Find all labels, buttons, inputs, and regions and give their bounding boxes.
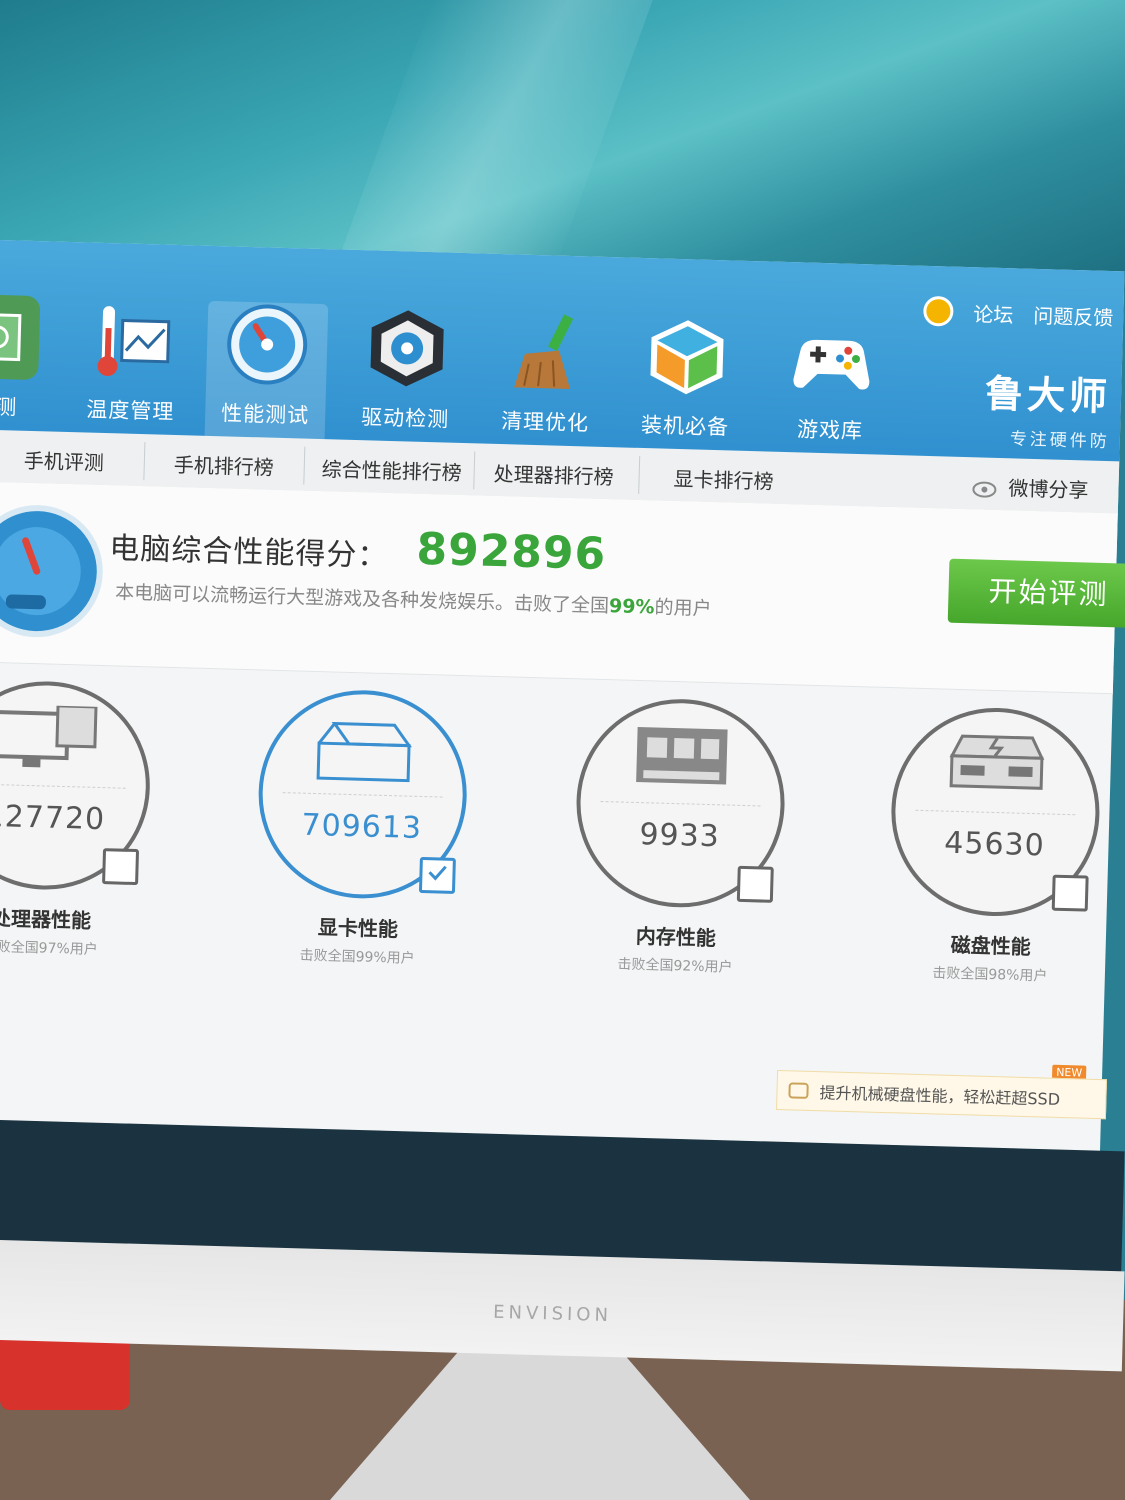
disk-checkbox[interactable] (1051, 874, 1089, 912)
tool-driver-check[interactable]: 驱动检测 (344, 305, 468, 448)
start-test-button[interactable]: 开始评测 (947, 558, 1125, 629)
score-panel: 电脑综合性能得分： 892896 本电脑可以流畅运行大型游戏及各种发烧娱乐。击败… (0, 481, 1125, 695)
brand: 鲁大师 专注硬件防 (984, 363, 1112, 452)
memory-title: 内存性能 (635, 924, 717, 951)
app-window: 检测 温度管理 性能测试 驱动检测 清理优化 装机必备 游戏库 论坛 问题反馈 … (0, 240, 1125, 1152)
tab-phone-ranking[interactable]: 手机排行榜 (173, 449, 274, 481)
cpu-subtitle: 击败全国97%用户 (0, 938, 98, 959)
cpu-card[interactable]: 127720 处理器性能 击败全国97%用户 (0, 668, 163, 1004)
share-label: 微博分享 (1008, 476, 1089, 503)
thermometer-chart-icon (89, 298, 175, 384)
tool-game-library[interactable]: 游戏库 (769, 317, 893, 460)
box-3d-icon (316, 721, 412, 783)
brand-name: 鲁大师 (984, 371, 1112, 420)
score-description: 本电脑可以流畅运行大型游戏及各种发烧娱乐。击败了全国99%的用户 (114, 581, 712, 621)
top-links: 论坛 问题反馈 (922, 295, 1114, 331)
memory-chip-icon (636, 726, 728, 785)
gpu-checkbox[interactable] (418, 856, 456, 894)
cpu-checkbox[interactable] (102, 848, 140, 886)
gpu-card[interactable]: 709613 显卡性能 击败全国99%用户 (241, 677, 480, 1013)
cube-icon (644, 313, 730, 399)
tab-phone-test[interactable]: 手机评测 (23, 445, 105, 476)
tab-cpu-ranking[interactable]: 处理器排行榜 (493, 458, 614, 490)
tool-performance-test[interactable]: 性能测试 (204, 300, 329, 445)
tool-hardware-check[interactable]: 检测 (0, 293, 58, 436)
feedback-link[interactable]: 问题反馈 (1033, 299, 1114, 330)
score-gauge-icon (0, 503, 105, 639)
broom-icon (504, 309, 590, 395)
memory-card[interactable]: 9933 内存性能 击败全国92%用户 (559, 686, 798, 1022)
gamepad-icon (789, 317, 875, 403)
weibo-icon (972, 481, 997, 498)
tab-gpu-ranking[interactable]: 显卡排行榜 (673, 463, 774, 495)
forum-link[interactable]: 论坛 (973, 298, 1014, 328)
disk-tip-icon (788, 1082, 809, 1099)
cpu-score: 127720 (0, 798, 106, 838)
monitor-cpu-icon (0, 704, 98, 768)
memory-score: 9933 (638, 817, 721, 855)
memory-subtitle: 击败全国92%用户 (617, 956, 733, 976)
brand-slogan: 专注硬件防 (1009, 429, 1111, 453)
gpu-subtitle: 击败全国99%用户 (299, 947, 415, 967)
monitor-logo: ENVISION (492, 1301, 613, 1327)
ssd-disk-icon (949, 734, 1045, 790)
medal-icon (922, 295, 954, 327)
hardware-board-icon (0, 293, 41, 381)
tool-temperature[interactable]: 温度管理 (70, 297, 194, 440)
gpu-score: 709613 (301, 807, 423, 847)
cpu-title: 处理器性能 (0, 906, 92, 933)
check-icon (428, 865, 447, 881)
weibo-share-button[interactable]: 微博分享 (972, 471, 1089, 503)
component-cards: 127720 处理器性能 击败全国97%用户 709613 显卡性能 击败全国9… (0, 670, 1113, 1061)
memory-checkbox[interactable] (736, 865, 774, 903)
score-value: 892896 (415, 523, 607, 581)
disk-score: 45630 (943, 825, 1046, 864)
gpu-title: 显卡性能 (317, 915, 399, 942)
disk-card[interactable]: 45630 磁盘性能 击败全国98%用户 (873, 695, 1112, 1031)
tip-text: 提升机械硬盘性能，轻松赶超SSD (819, 1083, 1061, 1109)
disk-subtitle: 击败全国98%用户 (932, 965, 1048, 985)
speedometer-icon (224, 301, 310, 387)
ssd-tip-banner[interactable]: 提升机械硬盘性能，轻松赶超SSD (776, 1070, 1107, 1120)
score-title: 电脑综合性能得分： (108, 531, 389, 574)
tool-cleanup[interactable]: 清理优化 (484, 309, 608, 452)
gear-chip-icon (364, 305, 450, 391)
tab-overall-ranking[interactable]: 综合性能排行榜 (321, 453, 462, 486)
disk-title: 磁盘性能 (950, 932, 1031, 960)
tool-essentials[interactable]: 装机必备 (624, 313, 748, 456)
